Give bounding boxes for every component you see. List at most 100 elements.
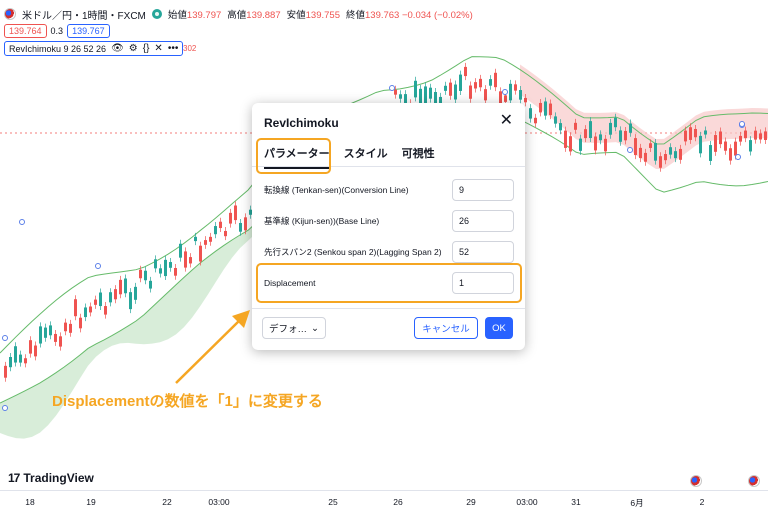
candle-body: [589, 121, 592, 139]
indicator-label: RevIchimoku 9 26 52 26: [9, 43, 107, 54]
economic-event-flag-icon[interactable]: [690, 475, 702, 487]
signal-marker: [627, 147, 633, 153]
param-row-conversion-line: 転換線 (Tenkan-sen)(Conversion Line): [264, 179, 514, 201]
candle-body: [14, 346, 17, 363]
remove-icon[interactable]: ✕: [154, 43, 162, 54]
candle-body: [124, 278, 127, 294]
candle-body: [19, 354, 22, 363]
candle-body: [639, 147, 642, 159]
candle-body: [519, 90, 522, 100]
economic-event-flag-icon[interactable]: [748, 475, 760, 487]
indicator-trailing-value: 302: [183, 44, 197, 53]
candle-body: [509, 83, 512, 101]
candle-body: [44, 327, 47, 338]
signal-marker: [19, 219, 25, 225]
displacement-input[interactable]: [452, 272, 514, 294]
ohlc-close: 終値139.763 −0.034 (−0.02%): [345, 10, 473, 21]
conversion-line-input[interactable]: [452, 179, 514, 201]
sell-price-button[interactable]: 139.764: [4, 24, 47, 38]
candle-body: [149, 280, 152, 289]
candle-body: [614, 117, 617, 128]
candle-body: [99, 292, 102, 307]
candle-body: [469, 85, 472, 99]
param-label: Displacement: [264, 278, 316, 288]
candle-body: [69, 323, 72, 333]
candle-body: [594, 136, 597, 151]
candle-body: [764, 131, 767, 141]
candle-body: [534, 117, 537, 124]
candle-body: [159, 268, 162, 274]
candle-body: [474, 82, 477, 89]
eye-icon[interactable]: 👁: [111, 43, 124, 54]
candle-body: [244, 217, 247, 231]
candle-body: [684, 130, 687, 142]
time-tick: 19: [86, 497, 96, 507]
candle-body: [424, 86, 427, 104]
time-tick: 31: [571, 497, 581, 507]
candle-body: [504, 95, 507, 102]
candle-body: [584, 129, 587, 139]
candle-body: [444, 85, 447, 91]
candle-body: [479, 78, 482, 88]
candle-body: [34, 345, 37, 357]
candle-body: [64, 322, 67, 332]
candle-body: [559, 123, 562, 131]
time-tick: 25: [328, 497, 338, 507]
candle-body: [204, 240, 207, 245]
candle-body: [464, 66, 467, 77]
defaults-dropdown[interactable]: デフォ… ⌄: [262, 317, 326, 339]
candle-body: [729, 148, 732, 161]
time-tick: 03:00: [208, 497, 230, 507]
candle-body: [549, 103, 552, 116]
buy-price-button[interactable]: 139.767: [67, 24, 110, 38]
candle-body: [454, 84, 457, 100]
signal-marker: [2, 335, 8, 341]
tradingview-logo[interactable]: 17 TradingView: [8, 471, 94, 485]
more-icon[interactable]: •••: [168, 43, 179, 54]
indicator-legend[interactable]: RevIchimoku 9 26 52 26 👁 ⚙ {} ✕ ••• 302: [4, 41, 196, 56]
time-tick: 2: [699, 497, 705, 507]
source-code-icon[interactable]: {}: [143, 43, 150, 54]
ohlc-open: 始値139.797: [167, 10, 222, 21]
candle-body: [9, 357, 12, 368]
signal-marker: [95, 263, 101, 269]
candle-body: [449, 82, 452, 96]
candle-body: [119, 279, 122, 295]
candle-body: [579, 138, 582, 151]
candle-body: [759, 133, 762, 140]
bid-ask-bar: 139.764 0.3 139.767: [4, 24, 110, 38]
candle-body: [564, 130, 567, 148]
annotation-text: Displacementの数値を「1」に変更する: [52, 393, 323, 410]
param-row-lagging-span: 先行スパン2 (Senkou span 2)(Lagging Span 2): [264, 241, 514, 263]
signal-marker: [739, 121, 745, 127]
candle-body: [744, 130, 747, 139]
candle-body: [669, 147, 672, 155]
cancel-button[interactable]: キャンセル: [414, 317, 478, 339]
spread-value: 0.3: [50, 26, 64, 36]
param-label: 先行スパン2 (Senkou span 2)(Lagging Span 2): [264, 247, 442, 257]
footer-divider: [252, 308, 525, 309]
param-row-base-line: 基準線 (Kijun-sen))(Base Line): [264, 210, 514, 232]
ok-button[interactable]: OK: [485, 317, 513, 339]
defaults-label: デフォ…: [269, 324, 308, 335]
candle-body: [39, 326, 42, 344]
candle-body: [49, 325, 52, 336]
candle-body: [54, 333, 57, 342]
candle-body: [84, 307, 87, 318]
candle-body: [719, 131, 722, 145]
candle-body: [224, 230, 227, 237]
close-icon[interactable]: ✕: [500, 113, 513, 129]
time-tick: 29: [466, 497, 476, 507]
chevron-down-icon: ⌄: [311, 322, 319, 334]
candle-body: [574, 122, 577, 130]
settings-icon[interactable]: ⚙: [129, 43, 138, 54]
candle-body: [134, 286, 137, 300]
signal-marker: [502, 89, 508, 95]
base-line-input[interactable]: [452, 210, 514, 232]
candle-body: [754, 130, 757, 140]
time-axis[interactable]: 18 19 22 03:00 25 26 29 03:00 31 6月 2: [0, 490, 768, 512]
symbol-title[interactable]: 米ドル／円・1時間・FXCM: [22, 7, 146, 22]
lagging-span-input[interactable]: [452, 241, 514, 263]
candle-body: [499, 91, 502, 104]
candle-body: [659, 156, 662, 168]
